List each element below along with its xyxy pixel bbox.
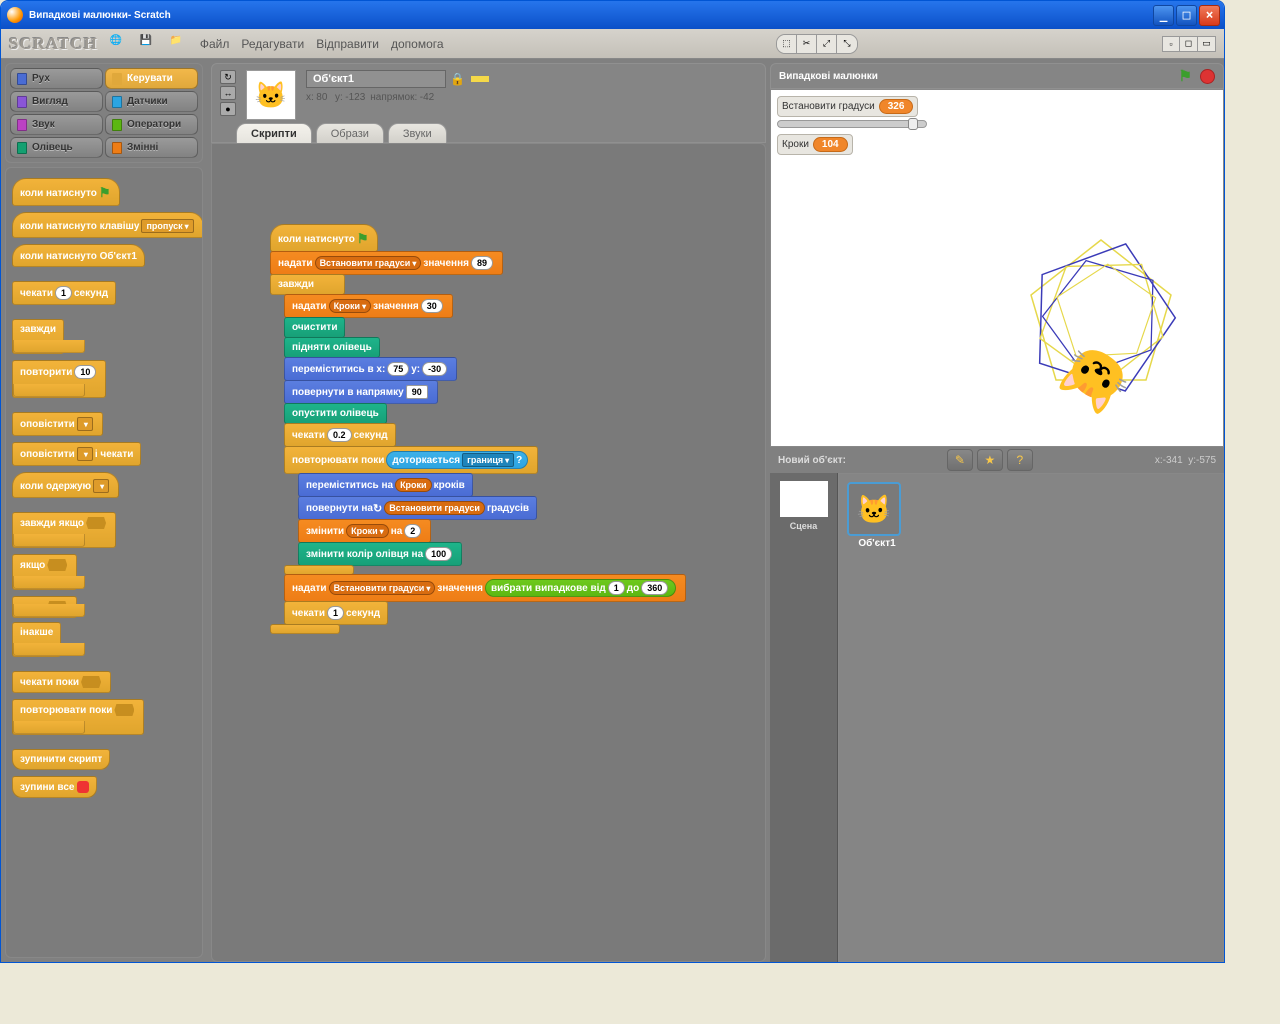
block-stop-all[interactable]: зупини все bbox=[12, 776, 97, 798]
category-selector: Рух Керувати Вигляд Датчики Звук Операто… bbox=[5, 63, 203, 163]
choose-sprite-icon[interactable]: ★ bbox=[977, 449, 1003, 471]
script-forever-end[interactable] bbox=[270, 624, 340, 634]
new-sprite-label: Новий об'єкт: bbox=[778, 455, 846, 466]
window-title: Випадкові малюнки- Scratch bbox=[29, 10, 171, 21]
stamp-icon[interactable]: ⬚ bbox=[777, 35, 797, 53]
script-pendown[interactable]: опустити олівець bbox=[284, 403, 387, 424]
grow-icon[interactable]: ⤢ bbox=[817, 35, 837, 53]
sprite-thumbnail[interactable]: 🐱 bbox=[246, 70, 296, 120]
variable-monitor-degrees[interactable]: Встановити градуси326 bbox=[777, 96, 918, 117]
script-change-pen[interactable]: змінити колір олівця на100 bbox=[298, 542, 462, 566]
block-repeat-until[interactable]: повторювати поки bbox=[12, 699, 144, 735]
category-pen[interactable]: Олівець bbox=[10, 137, 103, 158]
lock-icon[interactable]: 🔒 bbox=[450, 72, 465, 86]
menu-help[interactable]: допомога bbox=[391, 37, 444, 51]
minimize-button[interactable]: _ bbox=[1153, 5, 1174, 26]
stop-button[interactable] bbox=[1200, 69, 1215, 84]
block-forever-if[interactable]: завжди якщо bbox=[12, 512, 116, 548]
stage-info-bar: Новий об'єкт: ✎ ★ ? x:-341 y:-575 bbox=[770, 447, 1224, 473]
green-flag-button[interactable]: ⚑ bbox=[1179, 67, 1192, 85]
script-wait-1[interactable]: чекати1секунд bbox=[284, 601, 388, 625]
rotate-flip-icon[interactable]: ↔ bbox=[220, 86, 236, 100]
block-stop-script[interactable]: зупинити скрипт bbox=[12, 749, 110, 770]
rotate-none-icon[interactable]: ● bbox=[220, 102, 236, 116]
sprite-name-input[interactable] bbox=[306, 70, 446, 88]
drag-indicator bbox=[471, 76, 489, 82]
block-when-key[interactable]: коли натиснуто клавішупропуск bbox=[12, 212, 203, 238]
shrink-icon[interactable]: ⤡ bbox=[837, 35, 857, 53]
titlebar[interactable]: Випадкові малюнки- Scratch _ □ × bbox=[1, 1, 1224, 29]
script-wait-02[interactable]: чекати0.2секунд bbox=[284, 423, 396, 447]
stage[interactable]: Встановити градуси326 Кроки104 🐱 bbox=[770, 89, 1224, 447]
script-set-steps[interactable]: надатиКрокизначення30 bbox=[284, 294, 453, 318]
menu-share[interactable]: Відправити bbox=[316, 37, 379, 51]
block-if-else[interactable]: якщо bbox=[12, 596, 77, 618]
project-title: Випадкові малюнки bbox=[779, 71, 878, 82]
app-icon bbox=[7, 7, 23, 23]
block-when-receive[interactable]: коли одержую bbox=[12, 472, 119, 498]
toolbar: SCRATCH 🌐 💾 📁 Файл Редагувати Відправити… bbox=[1, 29, 1224, 59]
maximize-button[interactable]: □ bbox=[1176, 5, 1197, 26]
open-icon[interactable]: 📁 bbox=[170, 35, 188, 53]
language-icon[interactable]: 🌐 bbox=[110, 35, 128, 53]
tab-scripts[interactable]: Скрипти bbox=[236, 123, 312, 143]
logo: SCRATCH bbox=[9, 34, 98, 54]
category-operators[interactable]: Оператори bbox=[105, 114, 198, 135]
stage-thumbnail[interactable]: Сцена bbox=[770, 473, 838, 962]
block-when-flag[interactable]: коли натиснуто⚑ bbox=[12, 178, 120, 206]
category-variables[interactable]: Змінні bbox=[105, 137, 198, 158]
block-broadcast-wait[interactable]: оповістити і чекати bbox=[12, 442, 141, 466]
script-change-steps[interactable]: змінитиКрокина2 bbox=[298, 519, 431, 543]
script-turn[interactable]: повернути на↻Встановити градусиградусів bbox=[298, 496, 537, 520]
view-present-icon[interactable]: ▭ bbox=[1198, 36, 1216, 52]
script-penup[interactable]: підняти олівець bbox=[284, 337, 380, 358]
view-medium-icon[interactable]: ◻ bbox=[1180, 36, 1198, 52]
script-goto[interactable]: переміститись в x:75у:-30 bbox=[284, 357, 457, 381]
category-sensing[interactable]: Датчики bbox=[105, 91, 198, 112]
script-repeat-until[interactable]: повторювати поки доторкаєтьсяграниця? bbox=[284, 446, 538, 474]
category-control[interactable]: Керувати bbox=[105, 68, 198, 89]
menu-edit[interactable]: Редагувати bbox=[241, 37, 304, 51]
sprite-list: 🐱 Об'єкт1 bbox=[838, 473, 1224, 962]
close-button[interactable]: × bbox=[1199, 5, 1220, 26]
sprite-header: ↻ ↔ ● 🐱 🔒 x: 80 у: -123 напрямок: -42 bbox=[211, 63, 766, 143]
stage-header: Випадкові малюнки ⚑ bbox=[770, 63, 1224, 89]
category-looks[interactable]: Вигляд bbox=[10, 91, 103, 112]
block-else[interactable]: інакше bbox=[12, 622, 61, 657]
block-wait[interactable]: чекати1секунд bbox=[12, 281, 116, 305]
block-when-sprite[interactable]: коли натиснуто Об'єкт1 bbox=[12, 244, 145, 267]
script-set-degrees[interactable]: надатиВстановити градусизначення89 bbox=[270, 251, 503, 275]
paint-sprite-icon[interactable]: ✎ bbox=[947, 449, 973, 471]
rotate-free-icon[interactable]: ↻ bbox=[220, 70, 236, 84]
tab-costumes[interactable]: Образи bbox=[316, 123, 384, 143]
block-if[interactable]: якщо bbox=[12, 554, 77, 590]
variable-monitor-steps[interactable]: Кроки104 bbox=[777, 134, 853, 155]
category-motion[interactable]: Рух bbox=[10, 68, 103, 89]
script-set-random[interactable]: надатиВстановити градусизначення вибрати… bbox=[284, 574, 686, 602]
block-forever[interactable]: завжди bbox=[12, 319, 64, 354]
script-move[interactable]: переміститись наКрокикроків bbox=[298, 473, 473, 497]
surprise-sprite-icon[interactable]: ? bbox=[1007, 449, 1033, 471]
tool-buttons: ⬚ ✂ ⤢ ⤡ bbox=[776, 34, 858, 54]
sprite-list-item[interactable]: 🐱 Об'єкт1 bbox=[847, 482, 907, 549]
cut-icon[interactable]: ✂ bbox=[797, 35, 817, 53]
block-palette: коли натиснуто⚑ коли натиснуто клавішупр… bbox=[5, 167, 203, 958]
script-forever[interactable]: завжди bbox=[270, 274, 345, 295]
block-repeat[interactable]: повторити10 bbox=[12, 360, 106, 398]
menu-file[interactable]: Файл bbox=[200, 37, 230, 51]
sprite-position-info: x: 80 у: -123 напрямок: -42 bbox=[306, 92, 489, 103]
script-area[interactable]: коли натиснуто⚑ надатиВстановити градуси… bbox=[211, 143, 766, 962]
tab-sounds[interactable]: Звуки bbox=[388, 123, 447, 143]
script-point[interactable]: повернути в напрямку90 bbox=[284, 380, 438, 404]
save-icon[interactable]: 💾 bbox=[140, 35, 158, 53]
category-sound[interactable]: Звук bbox=[10, 114, 103, 135]
block-wait-until[interactable]: чекати поки bbox=[12, 671, 111, 693]
view-small-icon[interactable]: ▫ bbox=[1162, 36, 1180, 52]
app-window: Випадкові малюнки- Scratch _ □ × SCRATCH… bbox=[0, 0, 1225, 963]
variable-slider-degrees[interactable] bbox=[777, 120, 927, 128]
block-broadcast[interactable]: оповістити bbox=[12, 412, 103, 436]
script-when-flag[interactable]: коли натиснуто⚑ bbox=[270, 224, 378, 252]
view-mode-buttons: ▫ ◻ ▭ bbox=[1162, 36, 1216, 52]
script-clear[interactable]: очистити bbox=[284, 317, 345, 338]
